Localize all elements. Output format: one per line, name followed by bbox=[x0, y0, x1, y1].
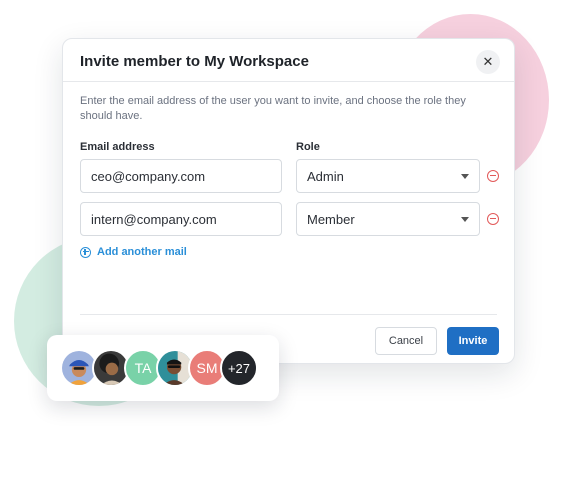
email-field-1[interactable] bbox=[80, 159, 282, 193]
person-blue-hat-photo-icon bbox=[62, 351, 96, 385]
avatar-initials: TA bbox=[134, 360, 152, 376]
add-circle-icon bbox=[80, 246, 91, 258]
role-select-1[interactable]: Admin bbox=[296, 159, 480, 193]
close-icon: ✕ bbox=[482, 54, 494, 69]
email-label: Email address bbox=[80, 141, 155, 153]
header-divider bbox=[63, 81, 514, 82]
invite-button[interactable]: Invite bbox=[447, 327, 499, 355]
role-select-value: Member bbox=[307, 211, 355, 227]
remove-circle-icon[interactable] bbox=[487, 213, 499, 225]
chevron-down-icon bbox=[461, 173, 469, 179]
avatar-overflow-count[interactable]: +27 bbox=[220, 349, 258, 387]
person-sunglasses-photo-icon bbox=[158, 351, 192, 385]
avatar-group-card: TA SM +27 bbox=[47, 335, 279, 401]
invite-member-modal: Invite member to My Workspace ✕ Enter th… bbox=[62, 38, 515, 364]
role-select-2[interactable]: Member bbox=[296, 202, 480, 236]
add-another-mail-label: Add another mail bbox=[97, 246, 187, 258]
email-field-2[interactable] bbox=[80, 202, 282, 236]
role-select-value: Admin bbox=[307, 168, 344, 184]
modal-description: Enter the email address of the user you … bbox=[80, 95, 466, 122]
role-label: Role bbox=[296, 141, 320, 153]
modal-title: Invite member to My Workspace bbox=[80, 53, 309, 70]
chevron-down-icon bbox=[461, 216, 469, 222]
avatar-initials: SM bbox=[196, 360, 218, 376]
person-curly-hair-photo-icon bbox=[94, 351, 128, 385]
footer-divider bbox=[80, 314, 497, 315]
avatar-overflow-label: +27 bbox=[227, 360, 251, 376]
close-button[interactable]: ✕ bbox=[476, 50, 500, 74]
cancel-button[interactable]: Cancel bbox=[375, 327, 437, 355]
add-another-mail-link[interactable]: Add another mail bbox=[80, 246, 187, 258]
remove-circle-icon[interactable] bbox=[487, 170, 499, 182]
